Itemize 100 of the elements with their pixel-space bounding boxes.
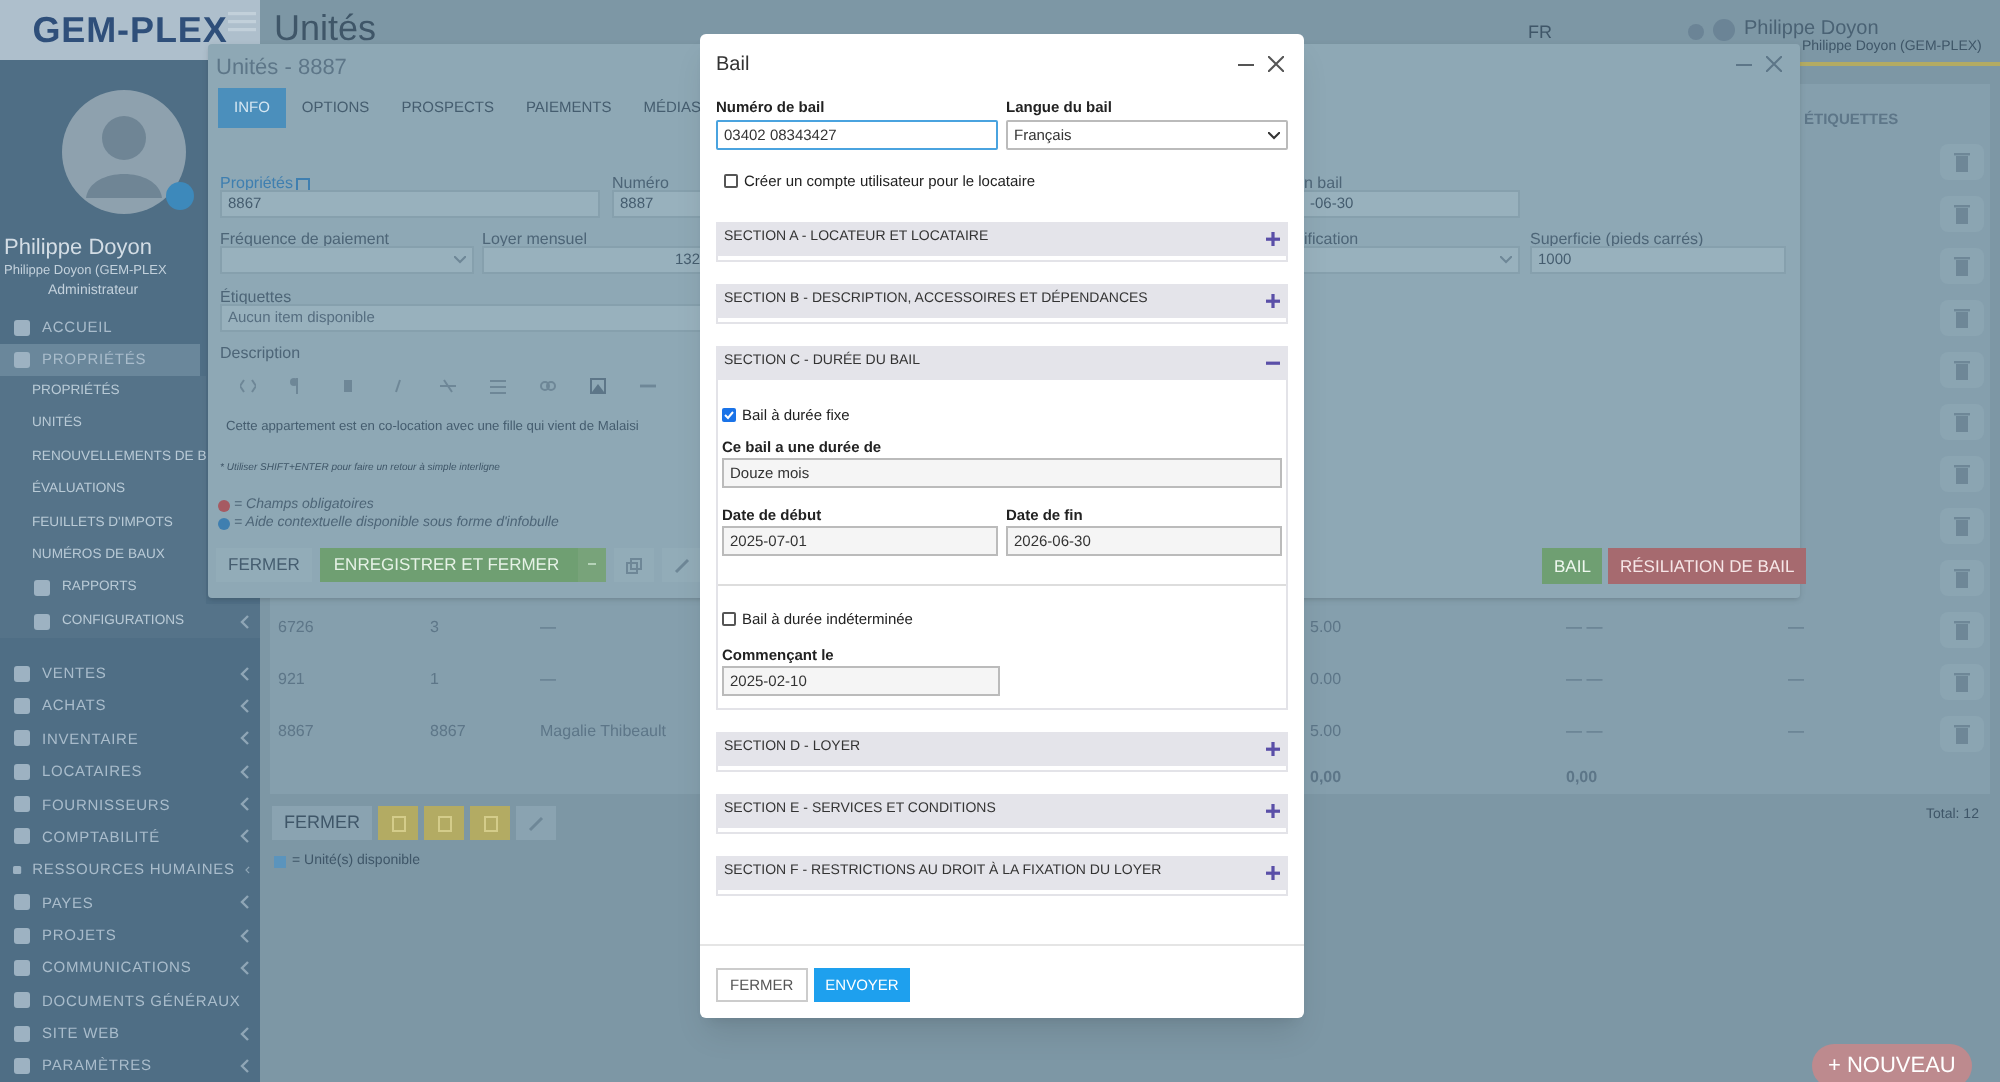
delete-button[interactable] bbox=[1940, 196, 1984, 232]
document-icon bbox=[437, 815, 451, 831]
plus-icon bbox=[1266, 293, 1280, 307]
chevron-down-icon bbox=[1268, 131, 1280, 140]
table-cell: — bbox=[1788, 616, 1804, 640]
check-icon bbox=[724, 409, 734, 420]
delete-button[interactable] bbox=[1940, 352, 1984, 388]
menu-icon bbox=[12, 317, 32, 338]
page-title: Unités bbox=[274, 8, 377, 48]
close-button[interactable]: FERMER bbox=[272, 806, 372, 840]
table-cell: — — bbox=[1566, 668, 1603, 692]
delete-button[interactable] bbox=[1940, 612, 1984, 648]
link-button[interactable] bbox=[661, 548, 702, 582]
menu-icon bbox=[32, 611, 52, 632]
delete-button[interactable] bbox=[1940, 456, 1984, 492]
field-label: n bail bbox=[1304, 172, 1343, 196]
plus-icon bbox=[1266, 741, 1280, 756]
trash-icon bbox=[1954, 724, 1970, 744]
trash-icon bbox=[1954, 360, 1970, 380]
trash-icon bbox=[1954, 152, 1970, 172]
chevron-down-icon bbox=[1500, 256, 1512, 264]
menu-icon bbox=[12, 925, 32, 946]
delete-button[interactable] bbox=[1940, 716, 1984, 752]
chevron-down-icon bbox=[454, 256, 466, 264]
menu-icon bbox=[12, 957, 32, 978]
trash-icon bbox=[1954, 516, 1970, 536]
table-cell: — bbox=[1788, 668, 1804, 692]
delete-button[interactable] bbox=[1940, 664, 1984, 700]
table-cell: — bbox=[1788, 720, 1804, 744]
table-cell: — bbox=[540, 616, 556, 640]
trash-icon bbox=[1954, 308, 1970, 328]
delete-button[interactable] bbox=[1940, 404, 1984, 440]
copy-button[interactable] bbox=[613, 548, 654, 582]
link-icon bbox=[673, 557, 690, 573]
trash-icon bbox=[1954, 464, 1970, 484]
field-label: Description bbox=[220, 342, 301, 366]
required-icon bbox=[218, 500, 230, 513]
trash-icon bbox=[1954, 256, 1970, 276]
toolbar-button[interactable] bbox=[470, 806, 510, 840]
delete-button[interactable] bbox=[1940, 248, 1984, 284]
close-icon[interactable] bbox=[1268, 56, 1284, 72]
modal-title: Bail bbox=[716, 51, 752, 79]
select-field[interactable] bbox=[1304, 246, 1520, 274]
checkbox[interactable] bbox=[724, 174, 738, 189]
menu-icon bbox=[12, 728, 32, 749]
menu-icon bbox=[12, 761, 32, 782]
checkbox[interactable] bbox=[722, 612, 736, 627]
field-label: Loyer mensuel bbox=[482, 228, 587, 252]
code-icon[interactable] bbox=[240, 378, 256, 394]
toolbar-button[interactable] bbox=[424, 806, 464, 840]
plus-icon bbox=[1266, 803, 1280, 818]
select-field[interactable] bbox=[220, 246, 474, 274]
toolbar-button[interactable] bbox=[378, 806, 418, 840]
close-button[interactable]: FERMER bbox=[216, 548, 312, 582]
link-icon[interactable] bbox=[540, 378, 556, 394]
field-label: Fréquence de paiement bbox=[220, 228, 389, 252]
trash-icon bbox=[1954, 412, 1970, 432]
field-label: Superficie (pieds carrés) bbox=[1530, 228, 1704, 252]
table-cell: — — bbox=[1566, 616, 1603, 640]
logo: GEM-PLEX bbox=[0, 0, 260, 61]
menu-icon bbox=[32, 578, 52, 599]
document-icon bbox=[391, 815, 405, 831]
copy-icon bbox=[625, 557, 642, 573]
menu-icon bbox=[12, 1023, 32, 1044]
termination-button[interactable]: RÉSILIATION DE BAIL bbox=[1608, 548, 1807, 584]
strikethrough-icon[interactable] bbox=[440, 378, 456, 394]
trash-icon bbox=[1954, 620, 1970, 640]
menu-icon bbox=[12, 663, 32, 684]
legend-swatch bbox=[274, 856, 286, 869]
trash-icon bbox=[1954, 672, 1970, 692]
user-badge-icon bbox=[166, 182, 194, 211]
user-name: Philippe Doyon bbox=[4, 234, 152, 263]
delete-button[interactable] bbox=[1940, 300, 1984, 336]
delete-button[interactable] bbox=[1940, 508, 1984, 544]
table-cell: — — bbox=[1566, 720, 1603, 744]
property-link[interactable]: Propriétés bbox=[220, 172, 311, 196]
menu-icon bbox=[12, 794, 32, 815]
trash-icon bbox=[1954, 568, 1970, 588]
field-label: Étiquettes bbox=[220, 286, 292, 310]
menu-icon bbox=[12, 826, 32, 847]
menu-icon bbox=[12, 990, 32, 1011]
user-circle-icon[interactable] bbox=[1712, 18, 1736, 42]
delete-button[interactable] bbox=[1940, 560, 1984, 596]
new-button[interactable]: + NOUVEAU bbox=[1812, 1044, 1972, 1082]
image-icon[interactable] bbox=[590, 378, 606, 394]
document-icon bbox=[483, 815, 497, 831]
chevron-left-icon bbox=[238, 613, 252, 630]
field-label: Numéro bbox=[612, 172, 669, 196]
delete-button[interactable] bbox=[1940, 144, 1984, 180]
italic-icon[interactable] bbox=[390, 378, 406, 394]
trash-icon bbox=[1954, 204, 1970, 224]
language-selector[interactable]: FR bbox=[1528, 20, 1552, 47]
table-cell: — bbox=[540, 668, 556, 692]
link-icon bbox=[528, 815, 544, 831]
save-button[interactable]: ENREGISTRER ET FERMER bbox=[319, 548, 606, 582]
list-icon[interactable] bbox=[490, 378, 506, 394]
menu-icon bbox=[12, 892, 32, 913]
lease-button[interactable]: BAIL bbox=[1542, 548, 1603, 584]
help-icon bbox=[218, 518, 230, 531]
menu-icon bbox=[12, 349, 32, 370]
